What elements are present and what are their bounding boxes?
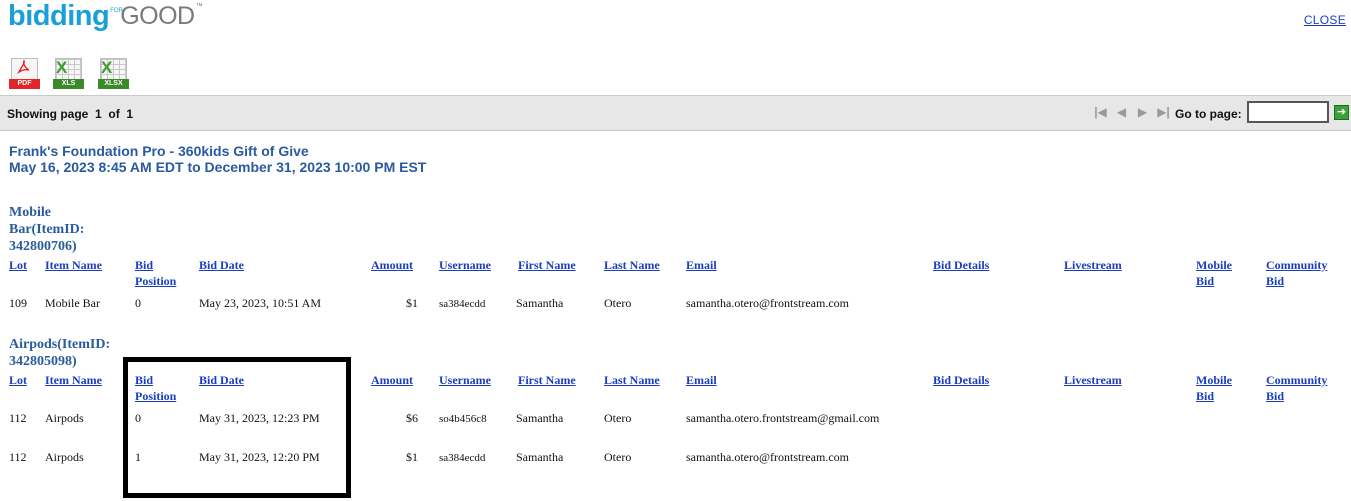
cell-amount: $1 [406,450,418,464]
cell-item-name: Airpods [45,450,84,464]
column-header-bid-date[interactable]: Bid Date [199,257,244,273]
pdf-badge-text: PDF [9,79,40,89]
column-header-email[interactable]: Email [686,257,717,273]
cell-last-name: Otero [604,450,632,464]
column-header-last-name[interactable]: Last Name [604,372,660,388]
export-xls-button[interactable]: X XLS [53,57,85,90]
pdf-file-icon: PDF [9,57,41,90]
cell-bid-position: 1 [135,450,141,464]
section-title-mobile-bar: Mobile Bar(ItemID: 342800706) [9,205,85,254]
logo-trademark: ™ [195,3,203,10]
column-header-bid-position[interactable]: Bid Position [135,372,176,404]
cell-last-name: Otero [604,296,632,310]
cell-username: sa384ecdd [439,452,486,464]
column-header-bid-details[interactable]: Bid Details [933,257,989,273]
report-date-range: May 16, 2023 8:45 AM EDT to December 31,… [9,159,427,175]
goto-page-label: Go to page: [1175,107,1242,121]
export-xlsx-button[interactable]: X XLSX [98,57,130,90]
cell-item-name: Airpods [45,411,84,425]
close-link[interactable]: CLOSE [1304,13,1346,27]
xlsx-file-icon: X XLSX [98,57,130,90]
first-page-icon[interactable]: |◀ [1092,105,1109,119]
page-indicator: Showing page 1 of 1 [7,107,134,121]
last-page-icon[interactable]: ▶| [1155,105,1172,119]
cell-email: samantha.otero@frontstream.com [686,296,849,310]
report-title: Frank's Foundation Pro - 360kids Gift of… [9,143,309,159]
export-pdf-button[interactable]: PDF [9,57,41,90]
previous-page-icon[interactable]: ◀ [1113,105,1130,119]
go-arrow-icon[interactable]: ➔ [1334,105,1349,120]
cell-lot: 112 [9,450,27,464]
column-header-livestream[interactable]: Livestream [1064,257,1122,273]
xls-badge-text: XLS [53,79,84,89]
column-header-mobile-bid[interactable]: Mobile Bid [1196,257,1232,289]
cell-email: samantha.otero.frontstream@gmail.com [686,411,880,425]
column-header-lot[interactable]: Lot [9,372,27,388]
cell-username: so4b456c8 [439,413,487,425]
column-header-amount[interactable]: Amount [371,257,413,273]
biddingforgood-logo: bidding FOR GOOD ™ [8,0,203,40]
column-header-community-bid[interactable]: Community Bid [1266,372,1327,404]
cell-item-name: Mobile Bar [45,296,100,310]
column-header-bid-details[interactable]: Bid Details [933,372,989,388]
pager-bar: Showing page 1 of 1 |◀ ◀ ▶ ▶| Go to page… [0,95,1351,131]
column-header-community-bid[interactable]: Community Bid [1266,257,1327,289]
cell-first-name: Samantha [516,296,564,310]
cell-bid-position: 0 [135,296,141,310]
pager-nav: |◀ ◀ ▶ ▶| [1092,105,1172,119]
cell-lot: 109 [9,296,27,310]
column-header-amount[interactable]: Amount [371,372,413,388]
cell-first-name: Samantha [516,411,564,425]
column-header-email[interactable]: Email [686,372,717,388]
next-page-icon[interactable]: ▶ [1134,105,1151,119]
logo-good-text: GOOD [120,2,195,30]
report-title-block: Frank's Foundation Pro - 360kids Gift of… [9,143,426,175]
column-header-lot[interactable]: Lot [9,257,27,273]
column-header-username[interactable]: Username [439,257,491,273]
cell-bid-date: May 23, 2023, 10:51 AM [199,296,322,310]
column-header-item-name[interactable]: Item Name [45,372,102,388]
column-header-bid-date[interactable]: Bid Date [199,372,244,388]
column-header-first-name[interactable]: First Name [518,372,576,388]
column-header-item-name[interactable]: Item Name [45,257,102,273]
cell-email: samantha.otero@frontstream.com [686,450,849,464]
cell-bid-position: 0 [135,411,141,425]
logo-bidding-text: bidding [8,0,110,32]
xls-file-icon: X XLS [53,57,85,90]
cell-first-name: Samantha [516,450,564,464]
xlsx-badge-text: XLSX [98,79,129,89]
cell-bid-date: May 31, 2023, 12:23 PM [199,411,320,425]
cell-username: sa384ecdd [439,298,486,310]
cell-lot: 112 [9,411,27,425]
column-header-last-name[interactable]: Last Name [604,257,660,273]
cell-amount: $1 [406,296,418,310]
column-header-livestream[interactable]: Livestream [1064,372,1122,388]
goto-page-input[interactable] [1247,101,1329,123]
cell-amount: $6 [406,411,418,425]
logo-for-text: FOR [110,8,123,14]
column-header-bid-position[interactable]: Bid Position [135,257,176,289]
column-header-first-name[interactable]: First Name [518,257,576,273]
column-header-username[interactable]: Username [439,372,491,388]
column-header-mobile-bid[interactable]: Mobile Bid [1196,372,1232,404]
section-title-airpods: Airpods(ItemID: 342805098) [9,337,111,369]
cell-last-name: Otero [604,411,632,425]
cell-bid-date: May 31, 2023, 12:20 PM [199,450,320,464]
